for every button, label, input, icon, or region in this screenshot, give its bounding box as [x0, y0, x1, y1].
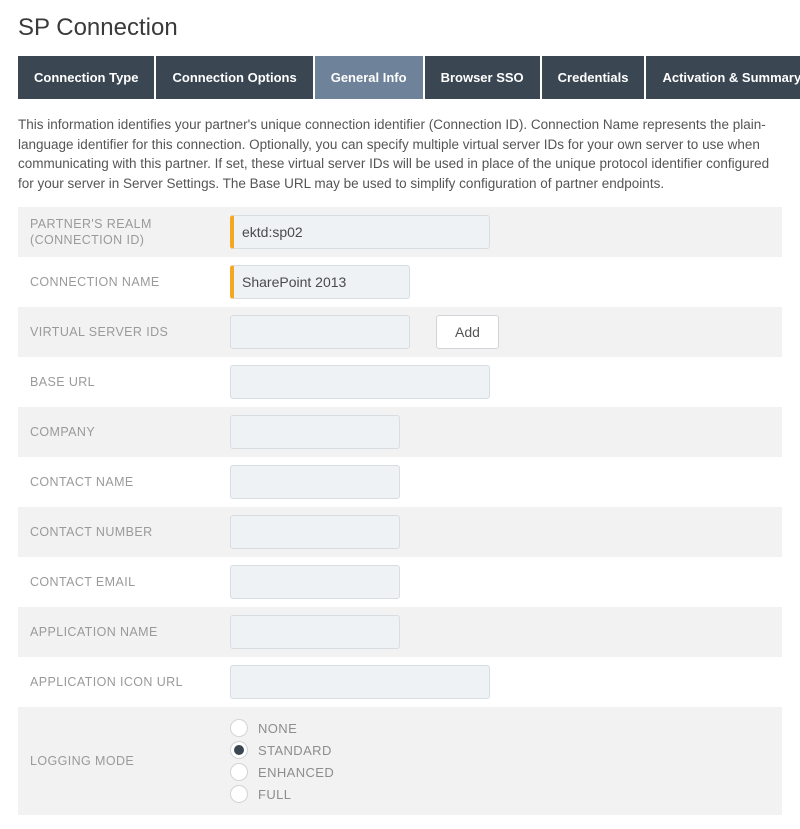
row-contact-name: CONTACT NAME [18, 457, 782, 507]
label-application-icon-url: APPLICATION ICON URL [30, 674, 230, 690]
row-application-name: APPLICATION NAME [18, 607, 782, 657]
radio-label: NONE [258, 721, 297, 736]
tab-browser-sso[interactable]: Browser SSO [425, 56, 540, 99]
radio-logging-standard[interactable]: STANDARD [230, 741, 334, 759]
radio-label: STANDARD [258, 743, 332, 758]
page-title: SP Connection [18, 14, 782, 42]
row-contact-number: CONTACT NUMBER [18, 507, 782, 557]
label-base-url: BASE URL [30, 374, 230, 390]
label-contact-number: CONTACT NUMBER [30, 524, 230, 540]
radio-logging-enhanced[interactable]: ENHANCED [230, 763, 334, 781]
label-logging-mode: LOGGING MODE [30, 753, 230, 769]
radio-dot-icon [230, 741, 248, 759]
label-virtual-server-ids: VIRTUAL SERVER IDS [30, 324, 230, 340]
logging-mode-group: NONE STANDARD ENHANCED FULL [230, 715, 334, 807]
label-connection-name: CONNECTION NAME [30, 274, 230, 290]
radio-label: FULL [258, 787, 291, 802]
label-contact-name: CONTACT NAME [30, 474, 230, 490]
input-base-url[interactable] [230, 365, 490, 399]
radio-logging-full[interactable]: FULL [230, 785, 334, 803]
input-contact-name[interactable] [230, 465, 400, 499]
row-partners-realm: PARTNER'S REALM (CONNECTION ID) [18, 207, 782, 257]
radio-dot-icon [230, 719, 248, 737]
row-application-icon-url: APPLICATION ICON URL [18, 657, 782, 707]
input-company[interactable] [230, 415, 400, 449]
row-virtual-server-ids: VIRTUAL SERVER IDS Add [18, 307, 782, 357]
row-contact-email: CONTACT EMAIL [18, 557, 782, 607]
radio-logging-none[interactable]: NONE [230, 719, 334, 737]
tab-connection-options[interactable]: Connection Options [156, 56, 312, 99]
label-partners-realm: PARTNER'S REALM (CONNECTION ID) [30, 216, 230, 249]
input-contact-email[interactable] [230, 565, 400, 599]
tab-bar: Connection Type Connection Options Gener… [18, 56, 782, 99]
tab-activation-summary[interactable]: Activation & Summary [646, 56, 800, 99]
tab-credentials[interactable]: Credentials [542, 56, 645, 99]
label-contact-email: CONTACT EMAIL [30, 574, 230, 590]
input-virtual-server-id[interactable] [230, 315, 410, 349]
input-connection-name[interactable] [230, 265, 410, 299]
radio-dot-icon [230, 763, 248, 781]
input-application-icon-url[interactable] [230, 665, 490, 699]
intro-text: This information identifies your partner… [18, 115, 782, 193]
input-partners-realm[interactable] [230, 215, 490, 249]
input-application-name[interactable] [230, 615, 400, 649]
input-contact-number[interactable] [230, 515, 400, 549]
tab-general-info[interactable]: General Info [315, 56, 423, 99]
radio-dot-icon [230, 785, 248, 803]
label-application-name: APPLICATION NAME [30, 624, 230, 640]
tab-connection-type[interactable]: Connection Type [18, 56, 154, 99]
add-button[interactable]: Add [436, 315, 499, 349]
row-base-url: BASE URL [18, 357, 782, 407]
row-logging-mode: LOGGING MODE NONE STANDARD ENHANCED FULL [18, 707, 782, 815]
row-company: COMPANY [18, 407, 782, 457]
radio-label: ENHANCED [258, 765, 334, 780]
label-company: COMPANY [30, 424, 230, 440]
row-connection-name: CONNECTION NAME [18, 257, 782, 307]
